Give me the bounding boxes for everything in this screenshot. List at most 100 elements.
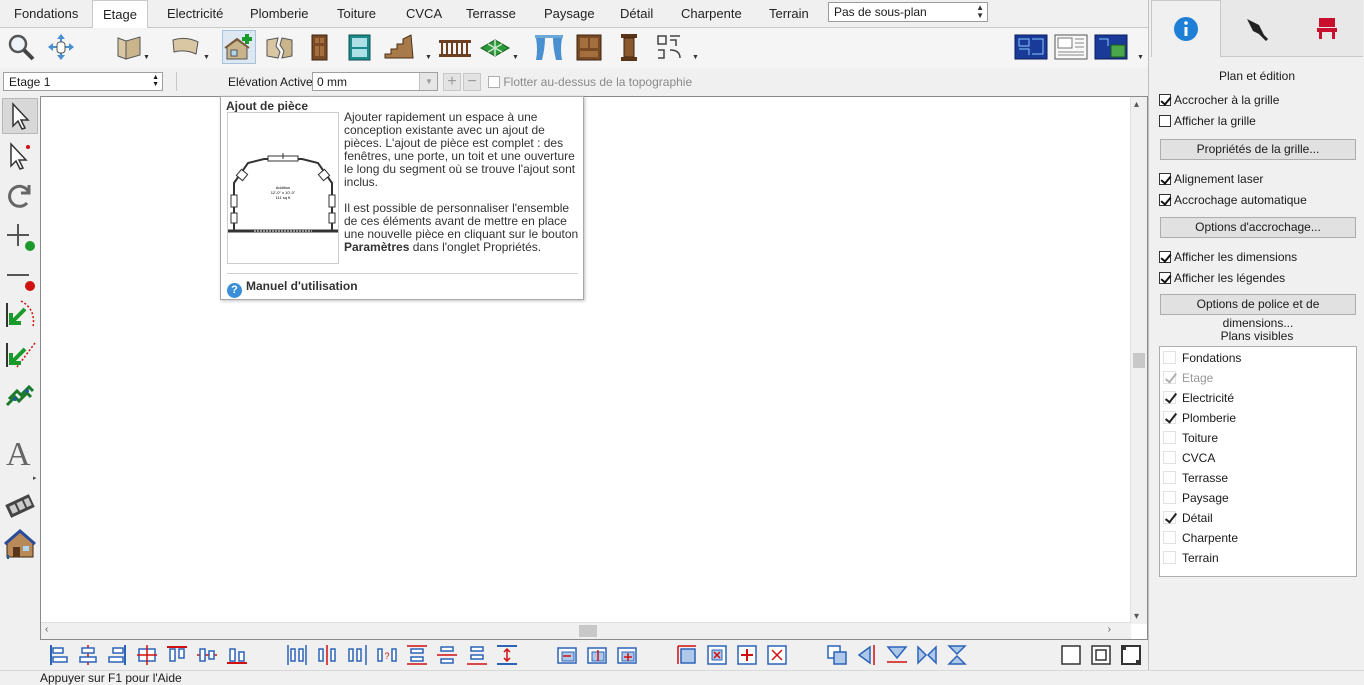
laser-alignment-checkbox[interactable]: Alignement laser — [1159, 172, 1263, 186]
show-labels-checkbox[interactable]: Afficher les légendes — [1159, 271, 1285, 285]
float-above-terrain-checkbox[interactable]: Flotter au-dessus de la topographie — [488, 75, 692, 89]
tab-charpente[interactable]: Charpente — [671, 0, 752, 28]
snap-grid-box[interactable] — [1159, 94, 1171, 106]
copy-same-size-icon[interactable] — [826, 644, 848, 666]
vertical-scroll-thumb[interactable] — [1133, 353, 1145, 368]
frame-double-icon[interactable] — [1090, 644, 1112, 666]
chevron-down-icon[interactable]: ▼ — [419, 73, 437, 90]
align-middle-icon[interactable] — [196, 644, 218, 666]
shrink-to-center-icon[interactable] — [706, 644, 728, 666]
chevron-down-icon[interactable]: ▼ — [203, 54, 210, 61]
float-checkbox-box[interactable] — [488, 76, 500, 88]
plus-icon[interactable]: + — [443, 73, 461, 91]
vertical-scrollbar[interactable]: ▴ ▾ — [1130, 97, 1147, 624]
tab-detail[interactable]: Détail — [610, 0, 663, 28]
plan-item-cvca[interactable]: CVCA — [1163, 448, 1215, 468]
floor-select[interactable]: Etage 1 ▲ ▼ — [3, 72, 163, 91]
wall-icon[interactable] — [112, 30, 146, 64]
show-grid-checkbox[interactable]: Afficher la grille — [1159, 114, 1256, 128]
railing-icon[interactable] — [438, 30, 472, 64]
plan-item-toiture[interactable]: Toiture — [1163, 428, 1218, 448]
tab-paysage[interactable]: Paysage — [534, 0, 605, 28]
window-icon[interactable] — [342, 30, 376, 64]
frame-single-icon[interactable] — [1060, 644, 1082, 666]
snap-grid-checkbox[interactable]: Accrocher à la grille — [1159, 93, 1279, 107]
plan-checkbox[interactable] — [1163, 411, 1176, 424]
scroll-right-icon[interactable]: › — [1108, 624, 1111, 635]
plan-item-terrain[interactable]: Terrain — [1163, 548, 1219, 568]
plan-checkbox[interactable] — [1163, 351, 1176, 364]
user-manual-link[interactable]: ? Manuel d'utilisation — [227, 279, 358, 298]
pan-icon[interactable] — [44, 30, 78, 64]
multi-select-icon[interactable] — [2, 138, 38, 174]
tab-electricite[interactable]: Electricité — [157, 0, 233, 28]
stairs-icon[interactable] — [382, 30, 416, 64]
distribute-vertical-space-icon[interactable] — [496, 644, 518, 666]
join-line-icon[interactable] — [2, 336, 38, 372]
plan-view-icon[interactable] — [1014, 30, 1048, 64]
tab-fondations[interactable]: Fondations — [4, 0, 88, 28]
distribute-horizontal-right-icon[interactable] — [346, 644, 368, 666]
join-arc-icon[interactable] — [2, 296, 38, 332]
walkthrough-film-icon[interactable] — [2, 488, 38, 524]
tab-drafting[interactable] — [1221, 0, 1291, 57]
distribute-horizontal-center-icon[interactable] — [316, 644, 338, 666]
elevation-input[interactable]: 0 mm ▼ — [312, 72, 438, 91]
show-dimensions-checkbox[interactable]: Afficher les dimensions — [1159, 250, 1297, 264]
align-left-icon[interactable] — [48, 644, 70, 666]
chevron-down-icon[interactable]: ▼ — [425, 54, 432, 61]
mirror-top-icon[interactable] — [886, 644, 908, 666]
tab-terrasse[interactable]: Terrasse — [456, 0, 526, 28]
add-point-icon[interactable] — [2, 218, 38, 254]
plan-item-electricite[interactable]: Electricité — [1163, 388, 1234, 408]
plan-item-fondations[interactable]: Fondations — [1163, 348, 1241, 368]
tab-info[interactable] — [1151, 0, 1221, 57]
chevron-down-icon[interactable]: ▼ — [143, 54, 150, 61]
show-dimensions-box[interactable] — [1159, 251, 1171, 263]
minus-icon[interactable]: − — [463, 73, 481, 91]
font-dimension-options-button[interactable]: Options de police et de dimensions... — [1160, 294, 1356, 330]
show-labels-box[interactable] — [1159, 272, 1171, 284]
remove-point-icon[interactable] — [2, 258, 38, 294]
distribute-vertical-top-icon[interactable] — [406, 644, 428, 666]
match-width-icon[interactable] — [616, 644, 638, 666]
plan-item-charpente[interactable]: Charpente — [1163, 528, 1238, 548]
plan-item-plomberie[interactable]: Plomberie — [1163, 408, 1236, 428]
curved-wall-icon[interactable] — [168, 30, 202, 64]
tab-plomberie[interactable]: Plomberie — [240, 0, 319, 28]
transform-replicate-icon[interactable] — [2, 376, 38, 412]
center-both-icon[interactable] — [136, 644, 158, 666]
auto-snap-box[interactable] — [1159, 194, 1171, 206]
plan-checkbox[interactable] — [1163, 531, 1176, 544]
elevation-view-icon[interactable] — [1054, 30, 1088, 64]
resize-frame-icon[interactable] — [676, 644, 698, 666]
tab-cvca[interactable]: CVCA — [396, 0, 452, 28]
horizontal-scroll-thumb[interactable] — [579, 625, 597, 637]
scroll-up-icon[interactable]: ▴ — [1134, 99, 1139, 110]
curtain-icon[interactable] — [532, 30, 566, 64]
show-grid-box[interactable] — [1159, 115, 1171, 127]
cabinet-icon[interactable] — [572, 30, 606, 64]
align-center-vertical-icon[interactable] — [77, 644, 99, 666]
tab-toiture[interactable]: Toiture — [327, 0, 386, 28]
subplan-select[interactable]: Pas de sous-plan ▲ ▼ — [828, 2, 988, 22]
scale-center-icon[interactable] — [766, 644, 788, 666]
zoom-icon[interactable] — [4, 30, 38, 64]
plan-item-paysage[interactable]: Paysage — [1163, 488, 1229, 508]
scroll-left-icon[interactable]: ‹ — [45, 624, 48, 635]
distribute-horizontal-left-icon[interactable] — [286, 644, 308, 666]
distribute-vertical-center-icon[interactable] — [436, 644, 458, 666]
mirror-horizontal-icon[interactable] — [946, 644, 968, 666]
drawing-canvas[interactable]: ▴ ▾ ‹ › — [40, 96, 1148, 640]
distribute-vertical-bottom-icon[interactable] — [466, 644, 488, 666]
mirror-left-icon[interactable] — [856, 644, 878, 666]
plan-checkbox[interactable] — [1163, 491, 1176, 504]
align-right-icon[interactable] — [106, 644, 128, 666]
plan-checkbox[interactable] — [1163, 471, 1176, 484]
plan-checkbox[interactable] — [1163, 451, 1176, 464]
chevron-right-icon[interactable]: ▸ — [33, 474, 37, 482]
tab-furniture[interactable] — [1291, 0, 1363, 57]
house-3d-view-icon[interactable] — [2, 526, 38, 562]
room-addition-icon[interactable] — [222, 30, 256, 64]
plan-item-terrasse[interactable]: Terrasse — [1163, 468, 1228, 488]
